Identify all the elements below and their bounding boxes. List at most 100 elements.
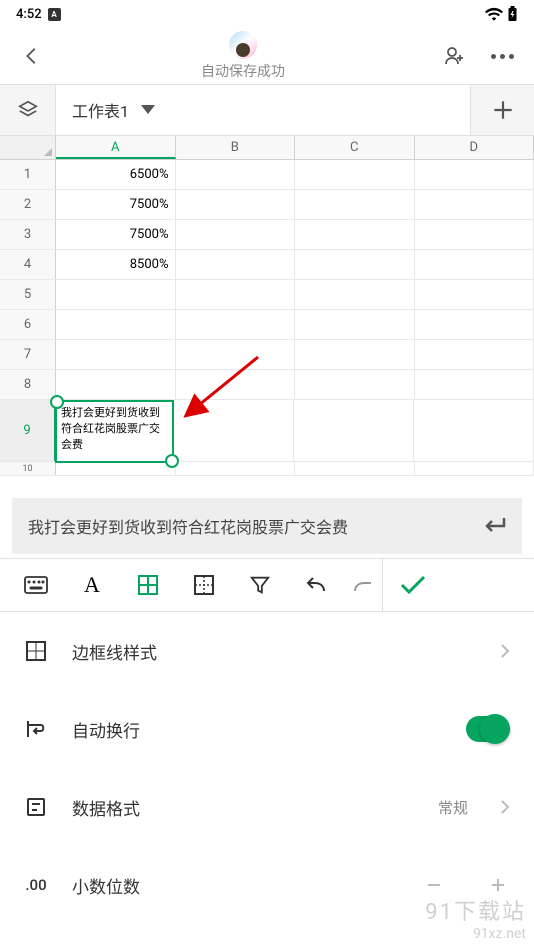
cell[interactable] <box>176 190 296 219</box>
row-header[interactable]: 3 <box>0 220 56 249</box>
confirm-button[interactable] <box>382 558 442 612</box>
cell[interactable]: 6500% <box>56 160 176 189</box>
more-button[interactable] <box>478 32 526 80</box>
back-button[interactable] <box>8 32 56 80</box>
cell[interactable] <box>56 462 176 475</box>
user-add-icon <box>442 44 466 68</box>
border-button[interactable] <box>176 558 232 612</box>
col-header-d[interactable]: D <box>415 136 534 159</box>
cell[interactable] <box>56 280 176 309</box>
cell[interactable] <box>56 370 176 399</box>
redo-button[interactable] <box>344 558 382 612</box>
cell[interactable] <box>176 462 296 475</box>
font-button[interactable]: A <box>64 558 120 612</box>
cell[interactable] <box>294 400 414 461</box>
chevron-right-icon <box>500 643 510 659</box>
chevron-right-icon <box>500 799 510 815</box>
layers-button[interactable] <box>0 85 56 135</box>
cell[interactable] <box>415 370 534 399</box>
col-header-c[interactable]: C <box>295 136 415 159</box>
cell[interactable] <box>295 250 415 279</box>
fill-button[interactable] <box>120 558 176 612</box>
row-header[interactable]: 6 <box>0 310 56 339</box>
col-header-b[interactable]: B <box>176 136 296 159</box>
layers-icon <box>17 99 39 121</box>
border-style-icon <box>24 640 48 662</box>
enter-button[interactable] <box>482 514 506 538</box>
row-header[interactable]: 5 <box>0 280 56 309</box>
cell[interactable] <box>295 340 415 369</box>
setting-label: 边框线样式 <box>72 639 476 664</box>
cell[interactable] <box>295 280 415 309</box>
cell[interactable]: 8500% <box>56 250 176 279</box>
row-header[interactable]: 8 <box>0 370 56 399</box>
filter-icon <box>249 574 271 596</box>
cell[interactable] <box>174 400 294 461</box>
undo-button[interactable] <box>288 558 344 612</box>
row-header[interactable]: 10 <box>0 462 56 475</box>
row-header[interactable]: 7 <box>0 340 56 369</box>
col-header-a[interactable]: A <box>56 136 176 159</box>
cell[interactable] <box>56 340 176 369</box>
cell[interactable] <box>414 400 534 461</box>
more-icon <box>491 54 514 59</box>
cell[interactable] <box>295 220 415 249</box>
row-header[interactable]: 1 <box>0 160 56 189</box>
cell[interactable]: 7500% <box>56 190 176 219</box>
cell[interactable] <box>295 190 415 219</box>
cell[interactable] <box>176 280 296 309</box>
cell[interactable] <box>415 220 534 249</box>
cell[interactable] <box>295 370 415 399</box>
cell[interactable] <box>295 462 415 475</box>
add-user-button[interactable] <box>430 32 478 80</box>
row-header[interactable]: 2 <box>0 190 56 219</box>
avatar[interactable] <box>229 31 257 59</box>
settings-panel: 边框线样式 自动换行 数据格式 常规 .00 小数位数 <box>0 612 534 924</box>
sheet-name: 工作表1 <box>72 98 129 122</box>
cell[interactable] <box>415 280 534 309</box>
cell[interactable] <box>176 340 296 369</box>
cell[interactable] <box>176 310 296 339</box>
cell[interactable] <box>415 462 534 475</box>
formula-input[interactable] <box>28 517 470 536</box>
setting-format[interactable]: 数据格式 常规 <box>0 768 534 846</box>
cell[interactable]: 7500% <box>56 220 176 249</box>
caret-down-icon <box>141 105 155 115</box>
enter-icon <box>482 514 506 534</box>
filter-button[interactable] <box>232 558 288 612</box>
redo-icon <box>351 575 375 595</box>
setting-border-style[interactable]: 边框线样式 <box>0 612 534 690</box>
wrap-toggle[interactable] <box>466 716 510 742</box>
setting-wrap[interactable]: 自动换行 <box>0 690 534 768</box>
cell-selected[interactable]: 我打会更好到货收到符合红花岗股票广交会费 <box>56 400 174 461</box>
cell[interactable] <box>415 340 534 369</box>
status-bar: 4:52 A <box>0 0 534 28</box>
setting-label: 数据格式 <box>72 795 414 820</box>
setting-label: 自动换行 <box>72 717 442 742</box>
cell[interactable] <box>56 310 176 339</box>
cell[interactable] <box>415 190 534 219</box>
cell[interactable] <box>176 370 296 399</box>
decimal-icon: .00 <box>24 876 48 894</box>
grid-fill-icon <box>137 574 159 596</box>
cell[interactable] <box>415 160 534 189</box>
cell[interactable] <box>176 160 296 189</box>
keyboard-button[interactable] <box>8 558 64 612</box>
plus-icon <box>490 97 516 123</box>
select-all-corner[interactable] <box>0 136 56 159</box>
status-time: 4:52 <box>16 7 42 22</box>
wrap-icon <box>24 718 48 740</box>
spreadsheet-grid[interactable]: A B C D 16500% 27500% 37500% 48500% 5 6 … <box>0 136 534 476</box>
cell[interactable] <box>415 250 534 279</box>
cell[interactable] <box>176 220 296 249</box>
cell[interactable] <box>415 310 534 339</box>
add-sheet-button[interactable] <box>470 85 534 135</box>
sheet-tab[interactable]: 工作表1 <box>56 85 470 135</box>
row-header[interactable]: 9 <box>0 400 56 461</box>
status-app-icon: A <box>48 8 61 21</box>
row-header[interactable]: 4 <box>0 250 56 279</box>
cell[interactable] <box>295 310 415 339</box>
cell[interactable] <box>295 160 415 189</box>
cell[interactable] <box>176 250 296 279</box>
setting-value: 常规 <box>438 797 468 818</box>
